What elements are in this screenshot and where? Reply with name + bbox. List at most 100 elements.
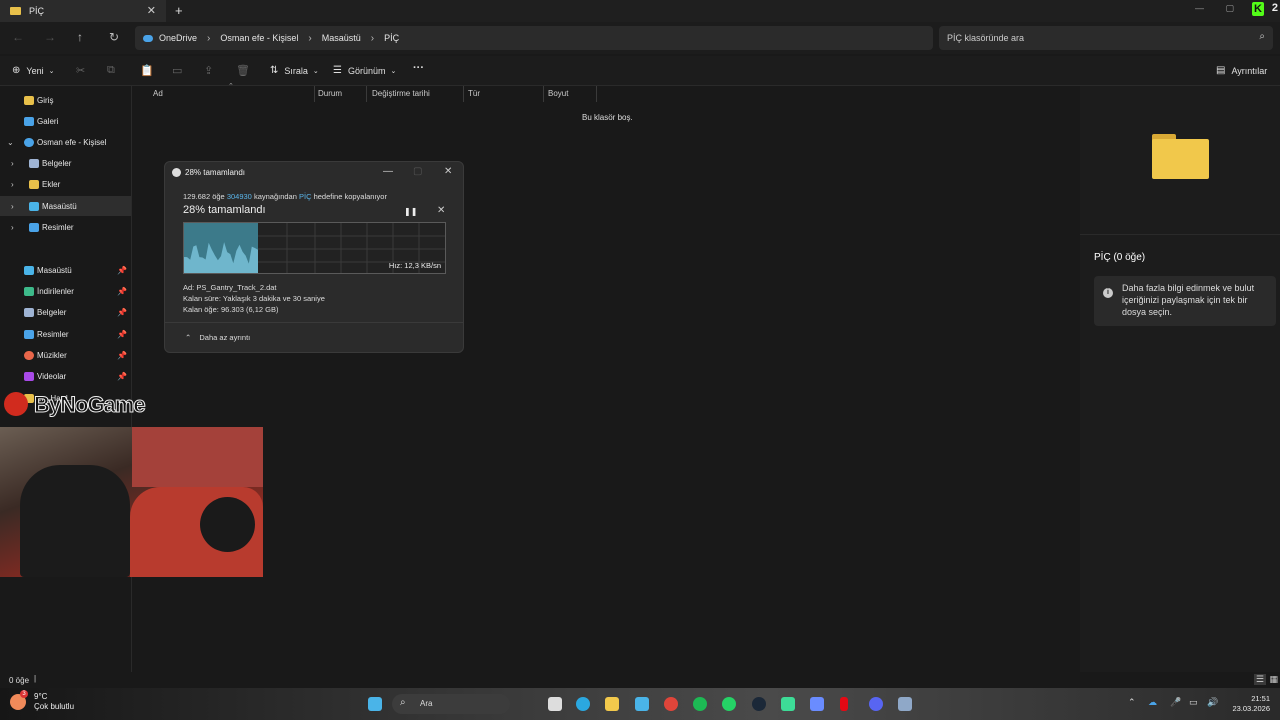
crumb-personal[interactable]: Osman efe - Kişisel [220, 33, 298, 43]
cut-icon[interactable]: ✂ [76, 64, 85, 77]
title-bar: PİÇ ✕ + — ▢ K 2 [0, 0, 1280, 22]
rename-icon[interactable]: ▭ [172, 64, 182, 77]
command-bar: ⊕ Yeni ⌄ ✂ ⧉ 📋 ▭ ⇪ 🗑 ⇅ Sırala ⌄ ☰ Görünü… [0, 56, 1280, 86]
chevron-right-icon[interactable]: › [11, 159, 14, 168]
store-icon[interactable] [635, 697, 649, 711]
breadcrumb[interactable]: OneDrive › Osman efe - Kişisel › Masaüst… [135, 26, 933, 50]
file-explorer-icon[interactable] [605, 697, 619, 711]
column-status[interactable]: Durum [318, 89, 342, 98]
view-button[interactable]: ☰ Görünüm ⌄ [333, 65, 396, 76]
sidebar-item-pictures[interactable]: › Resimler [0, 217, 131, 237]
details-view-icon[interactable]: ☰ [1253, 674, 1266, 685]
sidebar-item-gallery[interactable]: Galeri [0, 111, 131, 131]
quick-access-videos[interactable]: Videolar 📌 [0, 366, 131, 386]
delete-icon[interactable]: 🗑 [236, 64, 250, 77]
weather-widget[interactable]: 3 9°C Çok bulutlu [10, 690, 74, 712]
start-icon[interactable] [368, 697, 382, 711]
microphone-icon[interactable]: 🎤 [1170, 697, 1181, 708]
column-divider[interactable] [314, 86, 315, 102]
copy-icon[interactable]: ⧉ [107, 64, 115, 77]
info-card: i Daha fazla bilgi edinmek ve bulut içer… [1094, 276, 1276, 326]
chevron-right-icon[interactable]: › [11, 202, 14, 211]
crumb-desktop[interactable]: Masaüstü [322, 33, 361, 43]
edge-icon[interactable] [576, 697, 590, 711]
taskbar-search[interactable]: ⌕ Ara [392, 694, 510, 714]
volume-icon[interactable]: 🔊 [1207, 697, 1218, 708]
column-divider[interactable] [366, 86, 367, 102]
tiles-view-icon[interactable]: ▦ [1269, 674, 1278, 685]
task-view-icon[interactable] [548, 697, 562, 711]
pause-icon[interactable]: ❚❚ [404, 207, 417, 216]
tab-pic[interactable]: PİÇ ✕ [0, 0, 166, 22]
monitor-icon[interactable]: ▭ [1189, 697, 1198, 708]
whatsapp-icon[interactable] [722, 697, 736, 711]
details-button[interactable]: ▤ Ayrıntılar [1216, 65, 1267, 76]
close-tab-icon[interactable]: ✕ [147, 4, 156, 17]
quick-access-documents[interactable]: Belgeler 📌 [0, 302, 131, 322]
sidebar-item-onedrive[interactable]: ⌄ Osman efe - Kişisel [0, 132, 131, 152]
column-size[interactable]: Boyut [548, 89, 568, 98]
steam-icon[interactable] [752, 697, 766, 711]
chevron-down-icon[interactable]: ⌄ [7, 138, 14, 147]
pin-icon[interactable]: 📌 [117, 266, 127, 275]
app-icon[interactable] [810, 697, 824, 711]
onedrive-tray-icon[interactable]: ☁ [1148, 697, 1157, 708]
app-icon[interactable] [898, 697, 912, 711]
pin-icon[interactable]: 📌 [117, 351, 127, 360]
spotify-icon[interactable] [693, 697, 707, 711]
column-modified[interactable]: Değiştirme tarihi [372, 89, 430, 98]
quick-access-desktop[interactable]: Masaüstü 📌 [0, 260, 131, 280]
crumb-folder[interactable]: PİÇ [384, 33, 399, 43]
quick-access-downloads[interactable]: İndirilenler 📌 [0, 281, 131, 301]
pin-icon[interactable]: 📌 [117, 308, 127, 317]
chevron-right-icon[interactable]: › [11, 223, 14, 232]
forward-arrow-icon[interactable]: → [44, 30, 56, 44]
sort-button[interactable]: ⇅ Sırala ⌄ [270, 65, 319, 76]
app-icon[interactable] [781, 697, 795, 711]
minimize-button[interactable]: — [383, 166, 393, 177]
pin-icon[interactable]: 📌 [117, 372, 127, 381]
destination-suffix: hedefine kopyalanıyor [313, 192, 387, 201]
destination-link[interactable]: PİÇ [299, 192, 312, 201]
netflix-icon[interactable] [840, 697, 848, 711]
column-divider[interactable] [463, 86, 464, 102]
paste-icon[interactable]: 📋 [140, 64, 154, 77]
column-divider[interactable] [596, 86, 597, 102]
new-tab-button[interactable]: + [175, 3, 183, 18]
back-arrow-icon[interactable]: ← [12, 30, 24, 44]
chevron-right-icon[interactable]: › [11, 180, 14, 189]
quick-access-music[interactable]: Müzikler 📌 [0, 345, 131, 365]
column-type[interactable]: Tür [468, 89, 480, 98]
search-input[interactable]: PİÇ klasöründe ara ⌕ [939, 26, 1273, 50]
new-button[interactable]: ⊕ Yeni ⌄ [12, 65, 54, 76]
column-name[interactable]: Ad [153, 89, 163, 98]
pictures-icon [29, 222, 39, 232]
system-clock[interactable]: 21:51 23.03.2026 [1232, 694, 1270, 714]
music-icon [24, 350, 34, 360]
sidebar-item-documents[interactable]: › Belgeler [0, 153, 131, 173]
more-options-icon[interactable]: ··· [413, 62, 424, 74]
maximize-button[interactable]: ▢ [413, 166, 422, 177]
pin-icon[interactable]: 📌 [117, 287, 127, 296]
less-details-button[interactable]: ⌃ Daha az ayrıntı [185, 333, 250, 342]
source-link[interactable]: 304930 [227, 192, 252, 201]
up-arrow-icon[interactable]: ↑ [77, 30, 83, 44]
crumb-onedrive[interactable]: OneDrive [159, 33, 197, 43]
sidebar-item-attachments[interactable]: › Ekler [0, 174, 131, 194]
chrome-icon[interactable] [664, 697, 678, 711]
search-icon[interactable]: ⌕ [1259, 31, 1265, 42]
minimize-button[interactable]: — [1195, 3, 1204, 13]
chevron-up-icon[interactable]: ⌃ [1128, 697, 1136, 708]
quick-access-pictures[interactable]: Resimler 📌 [0, 324, 131, 344]
sidebar-item-home[interactable]: Giriş [0, 90, 131, 110]
refresh-icon[interactable]: ↻ [109, 30, 119, 44]
cancel-icon[interactable]: ✕ [437, 205, 445, 216]
pin-icon[interactable]: 📌 [117, 330, 127, 339]
close-button[interactable]: ✕ [444, 166, 452, 177]
discord-icon[interactable] [869, 697, 883, 711]
sidebar-item-desktop[interactable]: › Masaüstü [0, 196, 131, 216]
maximize-button[interactable]: ▢ [1225, 3, 1234, 14]
share-icon[interactable]: ⇪ [204, 64, 213, 77]
column-divider[interactable] [543, 86, 544, 102]
date: 23.03.2026 [1232, 704, 1270, 713]
